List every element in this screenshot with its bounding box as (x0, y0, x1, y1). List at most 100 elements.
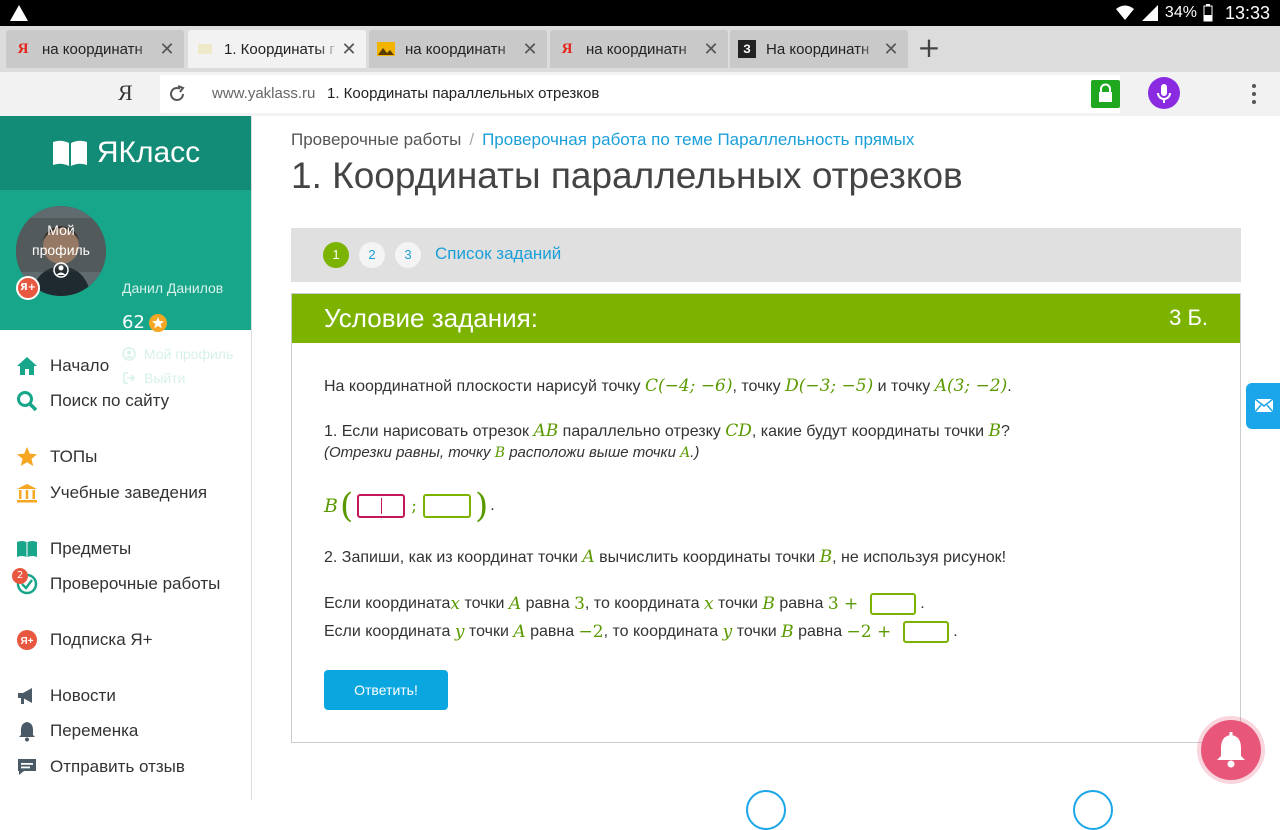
text: , то координата (584, 595, 704, 612)
breadcrumb-separator: / (469, 130, 475, 149)
logout-link[interactable]: Выйти (122, 370, 185, 386)
text: и точку (873, 378, 935, 395)
star-icon (16, 446, 38, 468)
sidebar-item-subjects[interactable]: Предметы (16, 534, 131, 564)
math-a: A (582, 547, 595, 567)
text: точки (713, 595, 763, 612)
menu-icon[interactable] (1244, 82, 1264, 106)
close-icon[interactable]: ✕ (882, 39, 900, 60)
answer-separator: ; (411, 496, 417, 516)
bell-icon (16, 720, 38, 742)
sidebar-item-tops[interactable]: ТОПы (16, 442, 97, 472)
avatar-label: Мой (47, 222, 75, 238)
school-icon (16, 482, 38, 504)
feedback-mail-button[interactable] (1246, 383, 1280, 429)
decorative-circle (1073, 790, 1113, 830)
sidebar-item-label: ТОПы (50, 447, 98, 466)
answer-y-input[interactable] (422, 494, 471, 518)
text: точки (460, 595, 509, 612)
sidebar-item-subscription[interactable]: Я+ Подписка Я+ (16, 625, 153, 655)
text: , не используя рисунок! (832, 549, 1007, 566)
lock-icon[interactable] (1091, 80, 1120, 108)
task-page-2[interactable]: 2 (359, 242, 385, 268)
tab-strip: Я на координатн ✕ 1. Координаты г ✕ на к… (0, 26, 1280, 72)
address-bar[interactable]: www.yaklass.ru 1. Координаты параллельны… (160, 75, 1120, 113)
sidebar-item-news[interactable]: Новости (16, 681, 116, 711)
browser-tab[interactable]: З На координатн ✕ (730, 30, 908, 68)
math-b: B (762, 594, 775, 614)
answer-x-input[interactable] (357, 494, 406, 518)
task-page-3[interactable]: 3 (395, 242, 421, 268)
sidebar-item-tests[interactable]: Проверочные работы (16, 569, 220, 599)
browser-toolbar: Я www.yaklass.ru 1. Координаты параллель… (0, 72, 1280, 116)
reload-icon[interactable] (166, 83, 188, 105)
text: ? (1001, 423, 1010, 440)
avatar-label: профиль (32, 242, 90, 258)
math-expression: 3 + (827, 594, 859, 614)
text: . (1007, 378, 1012, 395)
new-tab-button[interactable]: + (914, 34, 944, 64)
status-bar: 34% 13:33 (0, 0, 1280, 26)
text: (Отрезки равны, точку (324, 444, 495, 461)
close-icon[interactable]: ✕ (340, 39, 358, 60)
yandex-logo[interactable]: Я (118, 80, 133, 106)
my-profile-link[interactable]: Мой профиль (122, 346, 233, 362)
svg-text:Я+: Я+ (20, 636, 33, 647)
notifications-button[interactable] (1201, 720, 1261, 780)
paren-close: ) (474, 486, 489, 526)
text: вычислить координаты точки (594, 549, 820, 566)
text: параллельно отрезку (558, 423, 726, 440)
math-point-c: C(−4; −6) (644, 376, 733, 396)
sidebar-item-break[interactable]: Переменка (16, 716, 138, 746)
math-point-a: A(3; −2) (934, 376, 1008, 396)
site-logo[interactable]: ЯКласс (0, 116, 251, 190)
text: , то координата (603, 623, 723, 640)
tests-count-badge: 2 (12, 568, 28, 584)
yplus-badge: Я+ (16, 276, 40, 300)
submit-button[interactable]: Ответить! (324, 670, 448, 710)
browser-tab-active[interactable]: 1. Координаты г ✕ (188, 30, 366, 68)
task-card: Условие задания: 3 Б. На координатной пл… (291, 293, 1241, 743)
sidebar-item-label: Начало (50, 356, 110, 375)
close-icon[interactable]: ✕ (702, 39, 720, 60)
close-icon[interactable]: ✕ (158, 39, 176, 60)
answer-dy-input[interactable] (903, 621, 950, 643)
sidebar-item-feedback[interactable]: Отправить отзыв (16, 752, 185, 782)
sidebar-item-schools[interactable]: Учебные заведения (16, 478, 207, 508)
sidebar-item-label: Переменка (50, 721, 139, 740)
znanija-icon: З (738, 40, 756, 58)
my-profile-label: Мой профиль (144, 346, 234, 362)
math-b: B (781, 622, 794, 642)
decorative-circle (746, 790, 786, 830)
breadcrumb: Проверочные работы / Проверочная работа по… (291, 130, 914, 150)
math-value: 3 (574, 594, 585, 614)
close-icon[interactable]: ✕ (521, 39, 539, 60)
star-icon (148, 313, 167, 332)
task-list-link[interactable]: Список заданий (435, 244, 561, 264)
math-y: y (722, 622, 733, 642)
text: Если координата (324, 595, 451, 612)
battery-level: 34% (1164, 4, 1197, 21)
math-b: B (988, 421, 1002, 441)
home-icon (16, 355, 38, 377)
math-a: A (680, 445, 691, 461)
task-page-1[interactable]: 1 (323, 242, 349, 268)
text: , точку (732, 378, 786, 395)
browser-tab[interactable]: Я на координатн ✕ (550, 30, 728, 68)
sidebar-item-home[interactable]: Начало (16, 351, 109, 381)
text: точки (732, 623, 782, 640)
task-intro: На координатной плоскости нарисуй точку … (324, 376, 1012, 396)
browser-tab[interactable]: на координатн ✕ (369, 30, 547, 68)
tab-title: 1. Координаты г (224, 40, 335, 58)
url-page-title: 1. Координаты параллельных отрезков (327, 85, 600, 102)
sidebar-item-search[interactable]: Поиск по сайту (16, 386, 169, 416)
feedback-icon (16, 756, 38, 778)
breadcrumb-root[interactable]: Проверочные работы (291, 130, 461, 149)
question-2: 2. Запиши, как из координат точки A вычи… (324, 547, 1006, 567)
browser-tab[interactable]: Я на координатн ✕ (6, 30, 184, 68)
text: На координатной плоскости нарисуй точку (324, 378, 645, 395)
breadcrumb-current[interactable]: Проверочная работа по теме Параллельност… (482, 130, 914, 149)
microphone-icon[interactable] (1148, 77, 1180, 109)
answer-dx-input[interactable] (870, 593, 917, 615)
logo-text: ЯКласс (96, 136, 201, 169)
